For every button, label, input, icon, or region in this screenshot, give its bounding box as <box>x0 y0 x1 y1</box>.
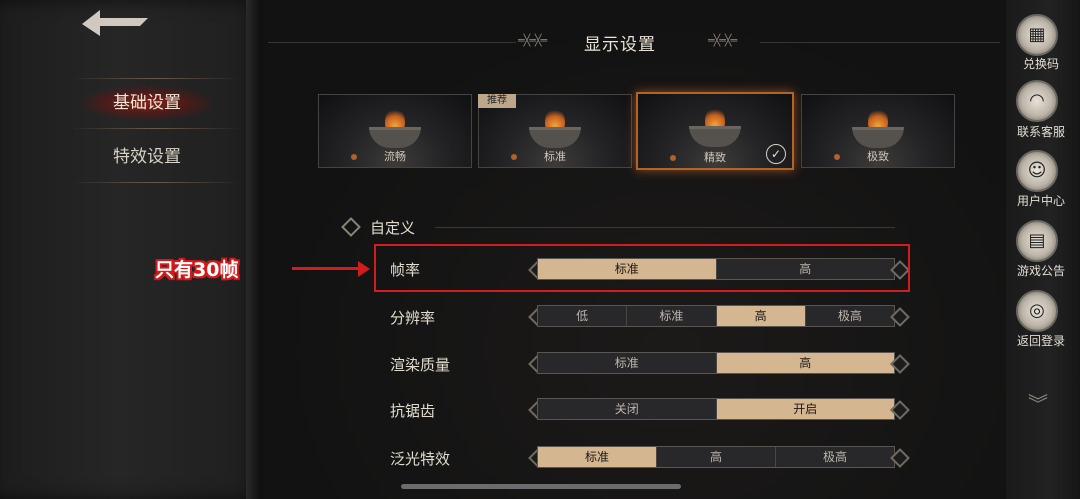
render-quality-selector[interactable]: 标准 高 <box>537 352 895 374</box>
title-line-right <box>760 42 1000 43</box>
antialiasing-option-on[interactable]: 开启 <box>715 399 894 419</box>
sidebar-label-support[interactable]: 联系客服 <box>1007 123 1075 140</box>
annotation-text: 只有30帧 <box>155 259 239 281</box>
sidebar-label-redeem[interactable]: 兑换码 <box>1007 55 1075 72</box>
nav-item-basic-settings[interactable]: 基础设置 <box>82 86 212 120</box>
setting-label-resolution: 分辨率 <box>390 309 436 327</box>
user-avatar-icon[interactable]: ☺ <box>1016 150 1058 192</box>
bloom-selector[interactable]: 标准 高 极高 <box>537 446 895 468</box>
preset-label: 标准 <box>544 150 566 163</box>
check-icon: ✓ <box>766 144 786 164</box>
gift-code-icon[interactable]: ▦ <box>1016 14 1058 56</box>
announcement-icon[interactable]: ▤ <box>1016 220 1058 262</box>
antialiasing-selector[interactable]: 关闭 开启 <box>537 398 895 420</box>
bloom-option-ultra[interactable]: 极高 <box>775 447 894 467</box>
sidebar-label-announcement[interactable]: 游戏公告 <box>1007 262 1075 279</box>
bloom-option-standard[interactable]: 标准 <box>538 447 656 467</box>
annotation-arrow <box>292 267 362 270</box>
sidebar-label-user-center[interactable]: 用户中心 <box>1007 192 1075 209</box>
resolution-selector[interactable]: 低 标准 高 极高 <box>537 305 895 327</box>
nav-divider <box>70 128 240 129</box>
preset-label: 极致 <box>867 150 889 163</box>
nav-divider <box>70 182 240 183</box>
resolution-option-ultra[interactable]: 极高 <box>804 306 894 326</box>
annotation-highlight-box <box>374 244 910 292</box>
preset-card-ultra[interactable]: 极致 <box>801 94 955 168</box>
nav-item-effect-settings[interactable]: 特效设置 <box>82 140 212 174</box>
title-line-left <box>268 42 516 43</box>
title-ornament-left: ═╳═╳═ <box>518 34 547 47</box>
preset-card-smooth[interactable]: 流畅 <box>318 94 472 168</box>
home-indicator[interactable] <box>401 484 681 489</box>
setting-label-antialiasing: 抗锯齿 <box>390 402 436 420</box>
resolution-option-standard[interactable]: 标准 <box>626 306 715 326</box>
resolution-option-high[interactable]: 高 <box>715 306 805 326</box>
chevron-down-icon[interactable]: ︾ <box>1028 388 1048 417</box>
title-ornament-right: ═╳═╳═ <box>708 34 737 47</box>
logout-icon[interactable]: ◎ <box>1016 290 1058 332</box>
custom-section-label: 自定义 <box>370 219 416 237</box>
recommended-badge: 推荐 <box>478 94 516 108</box>
nav-divider <box>70 78 240 79</box>
annotation-arrow-head <box>358 261 370 277</box>
render-quality-option-standard[interactable]: 标准 <box>538 353 716 373</box>
antialiasing-option-off[interactable]: 关闭 <box>538 399 716 419</box>
render-quality-option-high[interactable]: 高 <box>715 353 894 373</box>
left-panel <box>0 0 262 499</box>
preset-label: 流畅 <box>384 150 406 163</box>
setting-label-bloom: 泛光特效 <box>390 450 451 468</box>
setting-label-render-quality: 渲染质量 <box>390 356 451 374</box>
custom-section-line <box>435 227 895 228</box>
headset-icon[interactable]: ◠ <box>1016 80 1058 122</box>
back-arrow-button[interactable] <box>78 6 152 42</box>
sidebar-label-return-login[interactable]: 返回登录 <box>1007 332 1075 349</box>
bloom-option-high[interactable]: 高 <box>656 447 775 467</box>
preset-card-fine[interactable]: 精致 ✓ <box>636 92 794 170</box>
back-arrow-icon <box>82 10 148 36</box>
resolution-option-low[interactable]: 低 <box>538 306 626 326</box>
page-title: 显示设置 <box>584 35 656 55</box>
left-panel-edge <box>246 0 262 499</box>
